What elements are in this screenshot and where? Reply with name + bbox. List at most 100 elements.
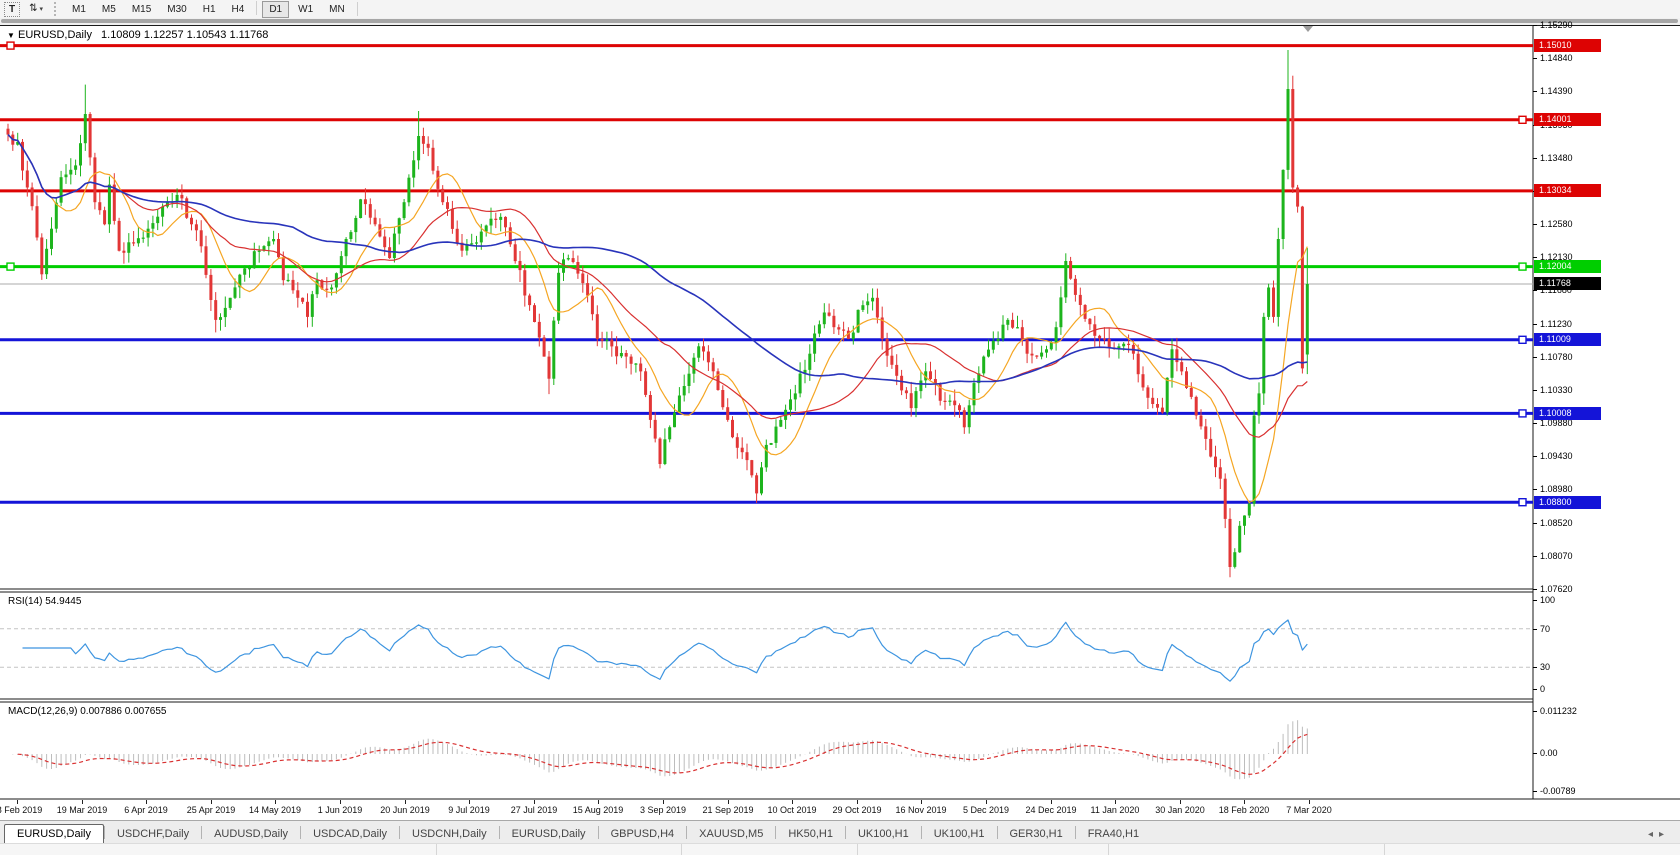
date-axis-label: 3 Sep 2019 [640,805,686,815]
price-level-badge[interactable]: 1.13034 [1534,184,1601,197]
price-axis-label: 1.14390 [1540,86,1573,96]
date-axis-tick [598,800,599,804]
date-axis-tick [986,800,987,804]
chart-tab-audusd-daily[interactable]: AUDUSD,Daily [202,825,300,844]
date-axis-label: 16 Nov 2019 [895,805,946,815]
date-axis-label: 1 Jun 2019 [318,805,363,815]
date-axis-label: 5 Dec 2019 [963,805,1009,815]
date-axis-tick [146,800,147,804]
price-axis-tick [1533,523,1537,524]
date-axis-label: 6 Apr 2019 [124,805,168,815]
date-axis-tick [1115,800,1116,804]
price-chart-canvas[interactable] [0,0,1680,855]
chart-tab-uk100-h1[interactable]: UK100,H1 [846,825,921,844]
status-segment [682,844,858,855]
chart-tab-gbpusd-h4[interactable]: GBPUSD,H4 [599,825,687,844]
price-axis-tick [1533,257,1537,258]
chart-tab-fra40-h1[interactable]: FRA40,H1 [1076,825,1151,844]
chart-tab-ger30-h1[interactable]: GER30,H1 [998,825,1075,844]
chart-tab-usdcad-daily[interactable]: USDCAD,Daily [301,825,399,844]
date-axis-label: 21 Sep 2019 [702,805,753,815]
price-axis-tick [1533,423,1537,424]
price-level-badge[interactable]: 1.15010 [1534,39,1601,52]
price-axis-tick [1533,91,1537,92]
title-dropdown-icon[interactable]: ▼ [7,31,15,40]
date-axis-tick [1309,800,1310,804]
date-axis-tick [534,800,535,804]
chart-ohlc-values: 1.10809 1.12257 1.10543 1.11768 [101,29,268,41]
price-axis-tick [1533,224,1537,225]
chart-tab-eurusd-daily[interactable]: EURUSD,Daily [4,824,104,845]
status-segment [858,844,1109,855]
date-axis-label: 18 Feb 2020 [1219,805,1270,815]
price-level-badge[interactable]: 1.14001 [1534,113,1601,126]
date-axis-label: 25 Apr 2019 [187,805,236,815]
date-axis-label: 24 Dec 2019 [1025,805,1076,815]
price-level-badge[interactable]: 1.08800 [1534,496,1601,509]
chart-tab-uk100-h1[interactable]: UK100,H1 [922,825,997,844]
rsi-indicator-label: RSI(14) 54.9445 [8,596,81,607]
date-axis-label: 27 Jul 2019 [511,805,558,815]
price-axis-label: 1.08520 [1540,518,1573,528]
rsi-axis-tick [1533,629,1537,630]
date-axis-label: 11 Jan 2020 [1091,805,1140,815]
price-level-badge[interactable]: 1.11009 [1534,333,1601,346]
tab-scroll-arrows[interactable]: ◂▸ [1648,829,1670,840]
date-axis-label: 30 Jan 2020 [1155,805,1205,815]
date-axis-label: 10 Oct 2019 [767,805,816,815]
macd-axis-tick [1533,711,1537,712]
price-axis-label: 1.12580 [1540,219,1573,229]
status-segment [437,844,682,855]
rsi-axis-label: 100 [1540,595,1555,605]
status-bar [0,843,1680,855]
date-axis-label: 9 Jul 2019 [448,805,490,815]
price-axis-label: 1.08980 [1540,484,1573,494]
price-axis-tick [1533,25,1537,26]
chart-tab-hk50-h1[interactable]: HK50,H1 [776,825,845,844]
price-axis-tick [1533,489,1537,490]
chart-symbol-label: EURUSD,Daily [18,29,92,41]
rsi-axis-tick [1533,689,1537,690]
date-axis-tick [921,800,922,804]
chart-tab-eurusd-daily[interactable]: EURUSD,Daily [500,825,598,844]
date-axis-label: 29 Oct 2019 [832,805,881,815]
price-level-badge[interactable]: 1.10008 [1534,407,1601,420]
price-axis-label: 1.10330 [1540,385,1573,395]
date-axis-tick [82,800,83,804]
price-axis-label: 1.07620 [1540,584,1573,594]
chart-tab-usdchf-daily[interactable]: USDCHF,Daily [105,825,201,844]
price-axis-tick [1533,390,1537,391]
price-axis-label: 1.10780 [1540,352,1573,362]
date-axis-tick [1051,800,1052,804]
price-level-badge[interactable]: 1.12004 [1534,260,1601,273]
chart-tab-usdcnh-daily[interactable]: USDCNH,Daily [400,825,499,844]
date-axis-tick [1244,800,1245,804]
price-axis-tick [1533,556,1537,557]
tab-next-icon[interactable]: ▸ [1659,829,1670,840]
price-axis-tick [1533,290,1537,291]
date-axis-tick [405,800,406,804]
status-segment [0,844,437,855]
price-axis-tick [1533,357,1537,358]
macd-axis-tick [1533,753,1537,754]
macd-axis-label: 0.00 [1540,748,1558,758]
date-axis-tick [17,800,18,804]
date-axis-label: 7 Mar 2020 [1286,805,1332,815]
rsi-axis-tick [1533,667,1537,668]
price-axis-tick [1533,589,1537,590]
date-axis-tick [340,800,341,804]
price-axis-label: 1.11230 [1540,319,1572,329]
tab-prev-icon[interactable]: ◂ [1648,829,1659,840]
macd-axis-label: 0.011232 [1540,706,1577,716]
mt4-window: T ⇅▾ M1M5M15M30H1H4D1W1MN ▼ EURUSD,Daily… [0,0,1680,855]
price-axis-label: 1.13480 [1540,153,1573,163]
status-segment [1109,844,1385,855]
date-axis-tick [211,800,212,804]
macd-axis-tick [1533,791,1537,792]
date-axis-tick [857,800,858,804]
chart-title[interactable]: ▼ EURUSD,Daily 1.10809 1.12257 1.10543 1… [7,29,268,41]
date-axis-label: 19 Mar 2019 [57,805,108,815]
chart-tab-xauusd-m5[interactable]: XAUUSD,M5 [687,825,775,844]
price-axis-tick [1533,158,1537,159]
price-axis-tick [1533,58,1537,59]
